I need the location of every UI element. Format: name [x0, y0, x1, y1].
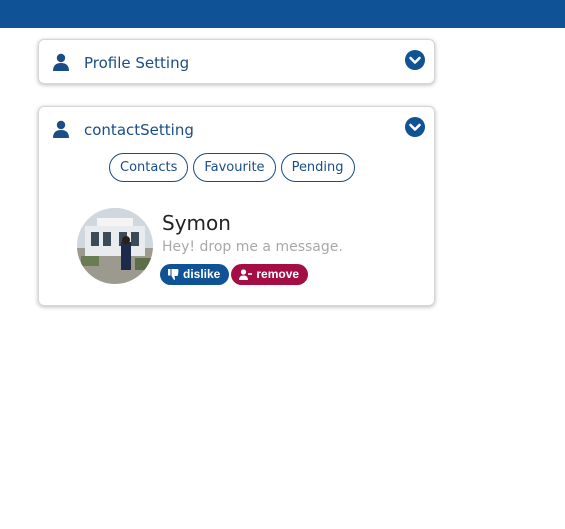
thumbs-down-icon: [168, 269, 179, 280]
dislike-button[interactable]: dislike: [160, 264, 230, 285]
profile-setting-title: Profile Setting: [84, 54, 190, 72]
contact-setting-card: contactSetting Contacts Favourite Pending: [38, 106, 435, 306]
avatar[interactable]: [77, 208, 153, 284]
chevron-down-circle-icon[interactable]: [405, 50, 425, 70]
tab-pending[interactable]: Pending: [280, 153, 355, 182]
contact-list-item: Symon Hey! drop me a message. dislike rem…: [77, 208, 417, 288]
contact-setting-header[interactable]: contactSetting: [39, 107, 434, 152]
person-icon: [53, 53, 69, 71]
remove-button[interactable]: remove: [231, 264, 309, 285]
contact-name: Symon: [162, 211, 231, 235]
contact-tabs: Contacts Favourite Pending: [109, 153, 360, 185]
tab-contacts[interactable]: Contacts: [109, 153, 189, 182]
dislike-label: dislike: [183, 267, 221, 281]
contact-status: Hey! drop me a message.: [162, 239, 343, 255]
remove-label: remove: [256, 267, 300, 281]
user-minus-icon: [239, 269, 253, 280]
tab-favourite[interactable]: Favourite: [193, 153, 276, 182]
profile-setting-header[interactable]: Profile Setting: [39, 40, 434, 85]
chevron-down-circle-icon[interactable]: [405, 117, 425, 137]
contact-actions: dislike remove: [160, 264, 310, 285]
profile-setting-card: Profile Setting: [38, 39, 435, 84]
contact-setting-title: contactSetting: [84, 121, 194, 139]
top-navbar: [0, 0, 565, 28]
person-icon: [53, 120, 69, 138]
